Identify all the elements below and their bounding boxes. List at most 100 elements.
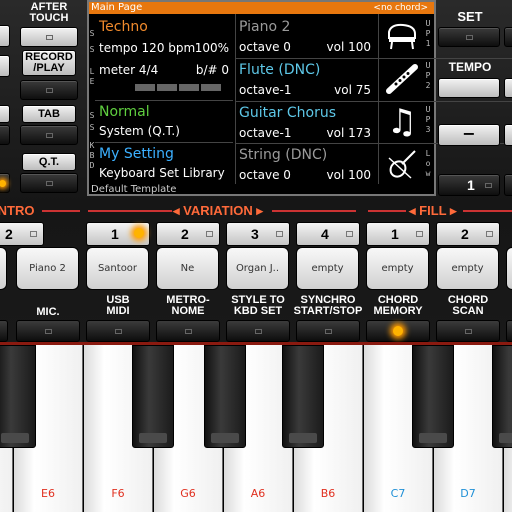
my-setting-slot[interactable]: My Setting Keyboard Set Library [95, 144, 233, 184]
pad-3[interactable]: Ne [156, 247, 219, 290]
pad-6[interactable]: empty [366, 247, 429, 290]
pad-1[interactable]: Piano 2 [16, 247, 79, 290]
right-edge-button-2[interactable] [504, 78, 512, 98]
style-tempo: tempo 120 bpm [99, 41, 196, 55]
synchro-start-stop-label: SYNCHRO START/STOP [293, 294, 363, 317]
part-slot-up3[interactable]: Guitar Chorus octave-1 vol 173 [235, 102, 375, 144]
set-button[interactable] [438, 27, 500, 47]
pad-edge-left[interactable] [0, 247, 7, 290]
tempo-plus-button[interactable] [438, 78, 500, 98]
left-edge-led-button[interactable] [0, 173, 10, 193]
part-slot-up2[interactable]: Flute (DNC) octave-1 vol 75 [235, 59, 375, 101]
tempo-value-button[interactable]: 1 [438, 174, 500, 196]
pad-edge-right[interactable] [506, 247, 512, 290]
pad-label: Ne [180, 263, 195, 274]
black-key-c#7[interactable] [412, 345, 454, 448]
record-led-button[interactable] [20, 80, 78, 100]
tempo-minus-button[interactable]: − [438, 124, 500, 146]
pad-label: Piano 2 [29, 263, 66, 274]
pad-7[interactable]: empty [436, 247, 499, 290]
after-touch-button[interactable] [20, 27, 78, 47]
part-octave: octave-1 [239, 83, 292, 97]
variation-rule-right [272, 210, 356, 212]
violin-icon[interactable] [380, 145, 424, 183]
metronome-button[interactable] [156, 320, 220, 342]
part-slot-up1[interactable]: Piano 2 octave 0 vol 100 [235, 16, 375, 58]
left-edge-button-1[interactable] [0, 25, 10, 47]
black-key-a#6[interactable] [282, 345, 324, 448]
black-key-d#6[interactable] [0, 345, 36, 448]
pad-label: empty [381, 263, 414, 274]
key-note-label: F6 [111, 487, 125, 500]
normal-sub: System (Q.T.) [99, 124, 180, 138]
chord-scan-label: CHORD SCAN [447, 294, 489, 317]
pad-2[interactable]: Santoor [86, 247, 149, 290]
pad-5[interactable]: empty [296, 247, 359, 290]
fill-2-button[interactable]: 2 [436, 222, 500, 246]
mic-label: MIC. [36, 306, 60, 318]
chord-memory-button[interactable] [366, 320, 430, 342]
part-slot-low[interactable]: String (DNC) octave 0 vol 100 [235, 144, 375, 186]
variation-label: VARIATION [183, 203, 253, 218]
style-slot[interactable]: Techno tempo 120 bpm 100% meter 4/4 b/# … [95, 16, 233, 100]
normal-name: Normal [99, 104, 150, 120]
black-key-d#7[interactable] [492, 345, 512, 448]
side-label: o [425, 159, 431, 168]
chord-memory-label: CHORD MEMORY [373, 294, 423, 317]
edge-function-button[interactable] [0, 320, 8, 342]
button-number: 1 [111, 226, 119, 242]
qt-button[interactable]: Q.T. [22, 153, 76, 171]
button-number: 2 [461, 226, 469, 242]
variation-3-button[interactable]: 3 [226, 222, 290, 246]
set-label: SET [457, 9, 483, 24]
right-edge-button-4[interactable] [504, 174, 512, 196]
left-edge-button-4[interactable] [0, 125, 10, 145]
variation-2-button[interactable]: 2 [156, 222, 220, 246]
chord-scan-button[interactable] [436, 320, 500, 342]
left-edge-button-2[interactable] [0, 55, 10, 77]
divider [95, 100, 233, 101]
edge-function-button-right[interactable] [506, 320, 512, 342]
part-volume: vol 173 [326, 126, 372, 140]
usb-midi-label: USB MIDI [106, 294, 130, 317]
black-key-g#6[interactable] [204, 345, 246, 448]
fill-1-button[interactable]: 1 [366, 222, 430, 246]
right-side-labels: U P 1 U P 2 U P 3 L o w [424, 18, 434, 188]
black-key-f#6[interactable] [132, 345, 174, 448]
side-label: 1 [425, 39, 431, 48]
style-meter: meter 4/4 [99, 63, 159, 77]
piano-icon[interactable] [380, 17, 424, 55]
qt-led-button[interactable] [20, 173, 78, 193]
tab-button[interactable]: TAB [22, 105, 76, 123]
tab-led-button[interactable] [20, 125, 78, 145]
fill-rule-left [368, 210, 406, 212]
normal-slot[interactable]: Normal System (Q.T.) [95, 102, 233, 142]
music-note-icon[interactable]: ♫ [380, 102, 424, 142]
pad-label: Santoor [97, 263, 138, 274]
usb-midi-button[interactable] [86, 320, 150, 342]
pad-4[interactable]: Organ J.. [226, 247, 289, 290]
right-edge-button-1[interactable] [504, 27, 512, 47]
side-label: 3 [425, 125, 431, 134]
right-edge-button-3[interactable] [504, 124, 512, 146]
app-root: AFTER TOUCH RECORD /PLAY TAB Q.T. Main P… [0, 0, 512, 512]
tempo-label: TEMPO [448, 60, 492, 74]
intro-rule [42, 210, 80, 212]
flute-icon[interactable] [380, 60, 424, 98]
side-label: U [425, 19, 431, 28]
variation-1-button[interactable]: 1 [86, 222, 150, 246]
mic-button[interactable] [16, 320, 80, 342]
variation-4-button[interactable]: 4 [296, 222, 360, 246]
record-play-button[interactable]: RECORD /PLAY [22, 50, 76, 76]
piano-keyboard[interactable]: E6 F6 G6 A6 B6 C7 D7 [0, 345, 512, 512]
intro-2-button[interactable]: 2 [0, 222, 44, 246]
key-note-label: C7 [390, 487, 406, 500]
chord-indicator: <no chord> [373, 3, 428, 13]
style-to-kbd-set-button[interactable] [226, 320, 290, 342]
key-note-label: D7 [460, 487, 476, 500]
side-label: P [425, 71, 431, 80]
synchro-start-stop-button[interactable] [296, 320, 360, 342]
left-edge-button-3[interactable] [0, 105, 10, 123]
button-number: 2 [5, 226, 13, 242]
part-volume: vol 75 [334, 83, 371, 97]
